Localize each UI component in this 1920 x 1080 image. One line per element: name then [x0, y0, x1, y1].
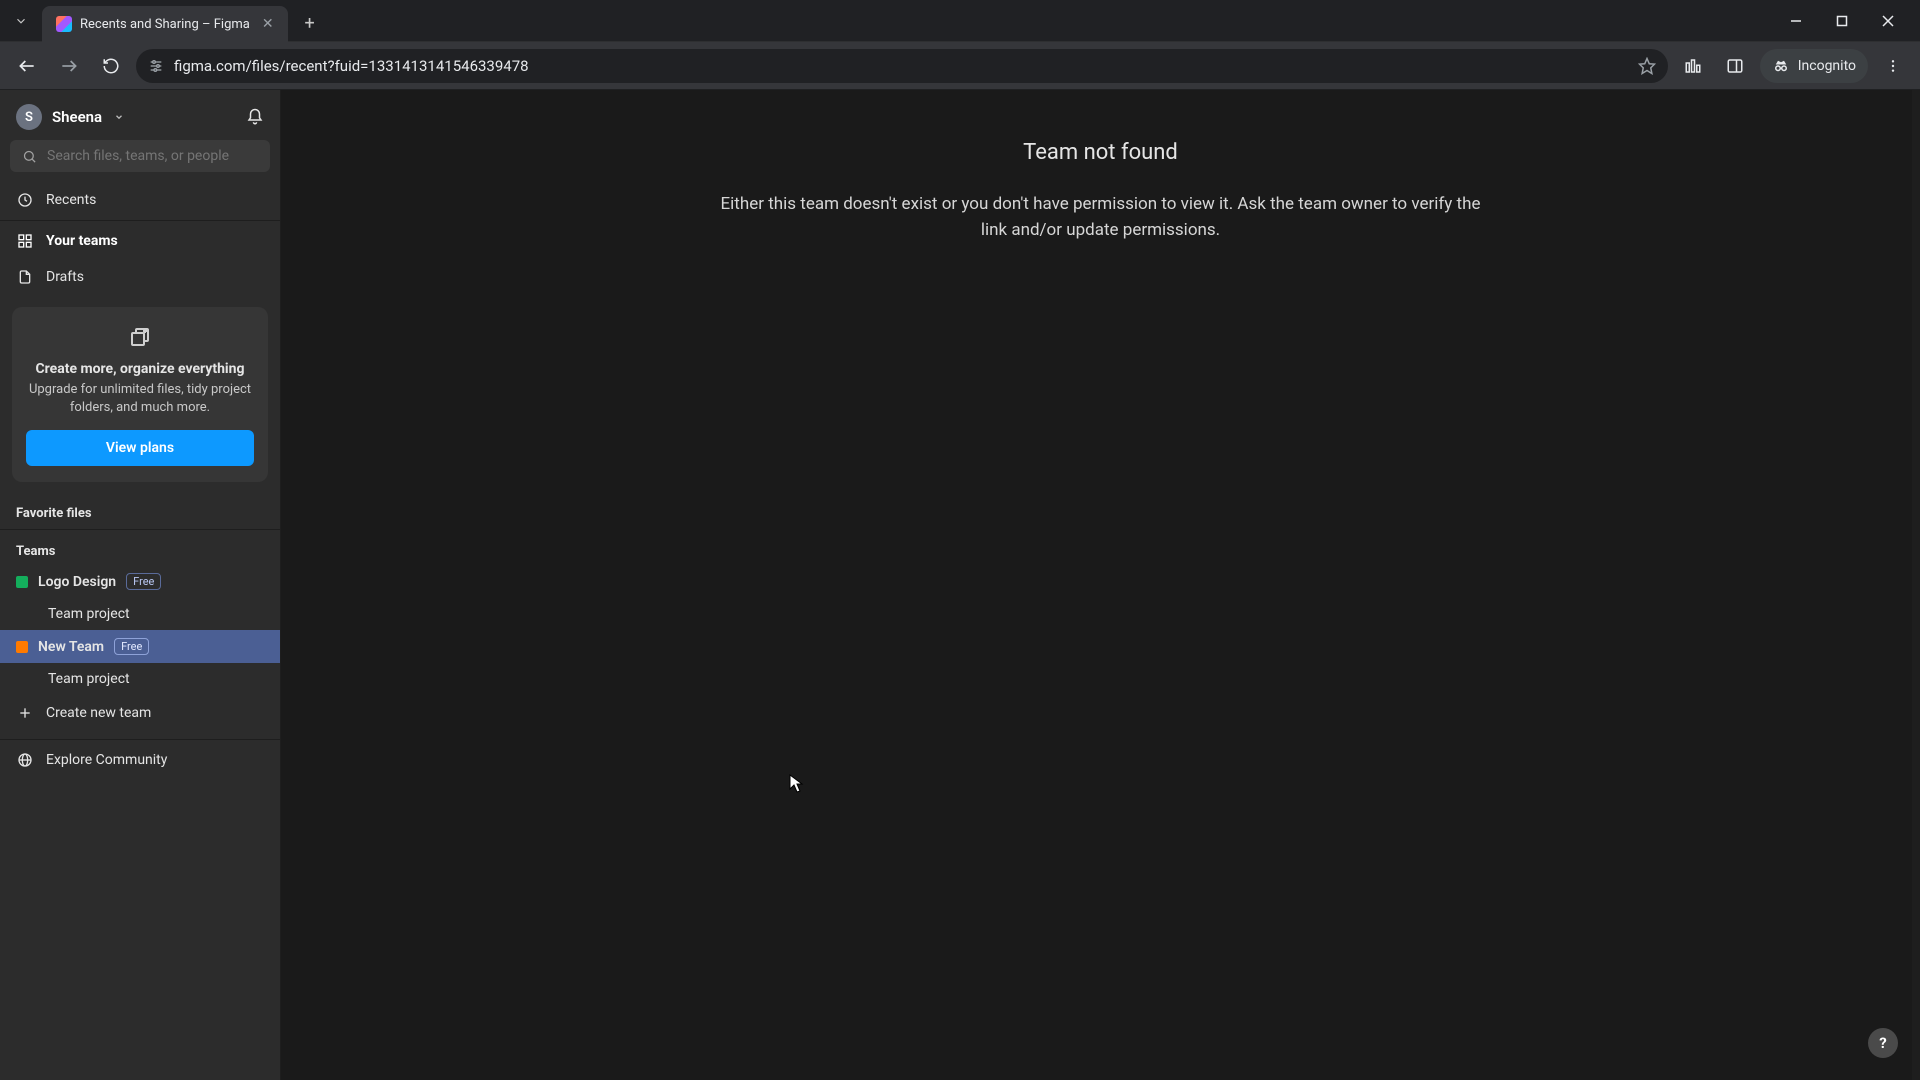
side-panel-icon[interactable] — [1718, 49, 1752, 83]
file-icon — [16, 269, 34, 285]
help-button[interactable]: ? — [1868, 1028, 1898, 1058]
browser-tab[interactable]: Recents and Sharing – Figma ✕ — [42, 6, 288, 42]
create-new-team-label: Create new team — [46, 705, 151, 721]
browser-menu-button[interactable] — [1876, 49, 1910, 83]
nav-back-button[interactable] — [10, 49, 44, 83]
window-maximize-button[interactable] — [1828, 7, 1856, 35]
incognito-icon — [1772, 57, 1790, 75]
tab-search-dropdown[interactable] — [0, 0, 42, 41]
nav-your-teams-label: Your teams — [46, 233, 118, 249]
view-plans-button[interactable]: View plans — [26, 430, 254, 466]
scrollbar-track[interactable] — [1912, 90, 1920, 1080]
upgrade-promo-card: Create more, organize everything Upgrade… — [12, 307, 268, 482]
url-text: figma.com/files/recent?fuid=133141314154… — [174, 57, 1628, 75]
promo-body: Upgrade for unlimited files, tidy projec… — [26, 381, 254, 416]
incognito-label: Incognito — [1798, 58, 1856, 74]
nav-recents[interactable]: Recents — [0, 182, 280, 218]
window-close-button[interactable] — [1874, 7, 1902, 35]
bookmark-star-icon[interactable] — [1638, 57, 1656, 75]
project-item[interactable]: Team project — [0, 598, 280, 630]
search-icon — [22, 149, 37, 164]
team-item-new-team[interactable]: New Team Free — [0, 630, 280, 663]
create-new-team-button[interactable]: Create new team — [0, 695, 280, 731]
media-control-icon[interactable] — [1676, 49, 1710, 83]
clock-icon — [16, 192, 34, 208]
plan-badge: Free — [114, 638, 149, 655]
favorites-section-label: Favorite files — [0, 494, 280, 527]
nav-drafts[interactable]: Drafts — [0, 259, 280, 295]
team-name-label: New Team — [38, 639, 104, 655]
search-field[interactable] — [47, 148, 258, 164]
incognito-chip[interactable]: Incognito — [1760, 49, 1868, 83]
figma-favicon — [56, 16, 72, 32]
explore-community[interactable]: Explore Community — [0, 742, 280, 778]
address-bar[interactable]: figma.com/files/recent?fuid=133141314154… — [136, 49, 1668, 83]
error-message: Either this team doesn't exist or you do… — [721, 191, 1481, 244]
teams-section-label: Teams — [0, 532, 280, 565]
reload-button[interactable] — [94, 49, 128, 83]
tab-title: Recents and Sharing – Figma — [80, 17, 250, 32]
promo-title: Create more, organize everything — [26, 361, 254, 377]
explore-community-label: Explore Community — [46, 752, 167, 768]
chevron-down-icon — [114, 112, 124, 122]
site-settings-icon[interactable] — [148, 58, 164, 74]
user-name: Sheena — [52, 108, 102, 126]
nav-drafts-label: Drafts — [46, 269, 84, 285]
window-minimize-button[interactable] — [1782, 7, 1810, 35]
main-content: Team not found Either this team doesn't … — [281, 90, 1920, 1080]
user-menu[interactable]: S Sheena — [16, 104, 124, 130]
nav-your-teams[interactable]: Your teams — [0, 223, 280, 259]
globe-icon — [16, 752, 34, 768]
plus-icon — [16, 705, 34, 721]
project-item[interactable]: Team project — [0, 663, 280, 695]
notifications-bell-icon[interactable] — [246, 108, 264, 126]
nav-forward-button — [52, 49, 86, 83]
error-title: Team not found — [721, 140, 1481, 165]
search-input[interactable] — [10, 140, 270, 172]
plan-badge: Free — [126, 573, 161, 590]
grid-icon — [16, 233, 34, 249]
stack-plus-icon — [26, 325, 254, 349]
team-name-label: Logo Design — [38, 574, 116, 590]
team-item-logo-design[interactable]: Logo Design Free — [0, 565, 280, 598]
team-color-swatch — [16, 576, 28, 588]
new-tab-button[interactable]: + — [294, 6, 326, 41]
close-tab-icon[interactable]: ✕ — [262, 16, 274, 32]
team-color-swatch — [16, 641, 28, 653]
nav-recents-label: Recents — [46, 192, 96, 208]
avatar: S — [16, 104, 42, 130]
